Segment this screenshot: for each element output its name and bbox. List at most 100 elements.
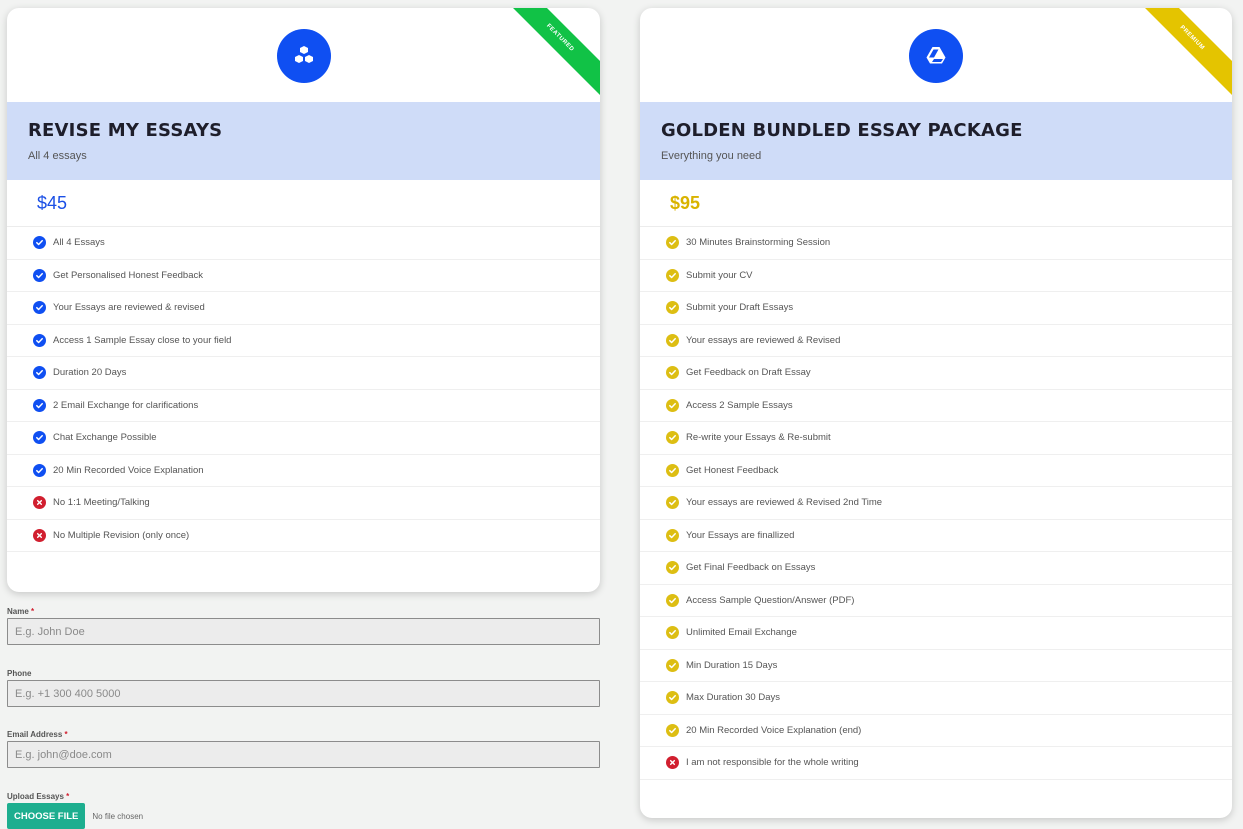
featured-ribbon: FEATURED (494, 8, 600, 104)
name-label: Name * (7, 607, 600, 616)
email-input[interactable]: E.g. john@doe.com (7, 741, 600, 768)
feature-text: Get Final Feedback on Essays (686, 562, 816, 574)
check-circle-icon (33, 431, 46, 445)
feature-text: Your Essays are reviewed & revised (53, 302, 205, 314)
required-marker: * (31, 607, 35, 616)
pricing-card-revise: FEATURED REVISE MY ESSAYS All 4 essays $… (7, 8, 600, 592)
pricing-card-golden: PREMIUM GOLDEN BUNDLED ESSAY PACKAGE Eve… (640, 8, 1232, 818)
email-label-text: Email Address (7, 730, 63, 739)
card-header: GOLDEN BUNDLED ESSAY PACKAGE Everything … (640, 102, 1232, 180)
plan-title: REVISE MY ESSAYS (28, 120, 223, 141)
cubes-icon (276, 29, 331, 83)
feature-text: I am not responsible for the whole writi… (686, 757, 859, 769)
feature-item: 30 Minutes Brainstorming Session (640, 227, 1232, 260)
check-circle-icon (666, 301, 679, 315)
x-circle-icon (666, 756, 679, 770)
check-circle-icon (666, 398, 679, 412)
check-circle-icon (33, 366, 46, 380)
x-circle-icon (33, 496, 46, 510)
upload-label: Upload Essays * (7, 792, 600, 801)
feature-text: Re-write your Essays & Re-submit (686, 432, 831, 444)
feature-item: Re-write your Essays & Re-submit (640, 422, 1232, 455)
plan-subtitle: Everything you need (661, 150, 762, 162)
feature-item: Get Honest Feedback (640, 455, 1232, 487)
check-circle-icon (666, 593, 679, 607)
check-circle-icon (666, 723, 679, 737)
feature-text: Access 1 Sample Essay close to your fiel… (53, 334, 232, 346)
feature-text: No 1:1 Meeting/Talking (53, 497, 150, 509)
feature-item: Submit your CV (640, 260, 1232, 292)
feature-text: Access 2 Sample Essays (686, 399, 793, 411)
premium-ribbon: PREMIUM (1126, 8, 1232, 104)
plan-price: $95 (640, 180, 1232, 227)
required-marker: * (64, 730, 68, 739)
feature-item: Duration 20 Days (7, 357, 600, 390)
feature-text: No Multiple Revision (only once) (53, 529, 190, 541)
check-circle-icon (33, 398, 46, 412)
check-circle-icon (666, 333, 679, 347)
file-upload: CHOOSE FILE No file chosen (7, 803, 600, 829)
plan-title: GOLDEN BUNDLED ESSAY PACKAGE (661, 120, 1023, 141)
feature-text: Access Sample Question/Answer (PDF) (686, 594, 855, 606)
check-circle-icon (666, 691, 679, 705)
name-label-text: Name (7, 607, 29, 616)
check-circle-icon (33, 333, 46, 347)
plan-price: $45 (7, 180, 600, 227)
feature-text: Duration 20 Days (53, 367, 127, 379)
feature-text: 20 Min Recorded Voice Explanation (end) (686, 724, 862, 736)
feature-item: Submit your Draft Essays (640, 292, 1232, 325)
phone-label-text: Phone (7, 669, 32, 678)
feature-text: Submit your Draft Essays (686, 302, 794, 314)
check-circle-icon (33, 268, 46, 282)
check-circle-icon (666, 268, 679, 282)
card-top: FEATURED (7, 8, 600, 104)
required-marker: * (66, 792, 70, 801)
choose-file-button[interactable]: CHOOSE FILE (7, 803, 86, 829)
check-circle-icon (666, 496, 679, 510)
feature-item: Unlimited Email Exchange (640, 617, 1232, 650)
feature-item: No 1:1 Meeting/Talking (7, 487, 600, 520)
x-circle-icon (33, 528, 46, 542)
feature-text: 2 Email Exchange for clarifications (53, 399, 199, 411)
feature-text: Get Honest Feedback (686, 464, 779, 476)
phone-input[interactable]: E.g. +1 300 400 5000 (7, 680, 600, 707)
plan-subtitle: All 4 essays (28, 150, 87, 162)
google-drive-icon (909, 29, 963, 83)
check-circle-icon (666, 236, 679, 250)
email-label: Email Address * (7, 730, 600, 739)
feature-text: Min Duration 15 Days (686, 659, 778, 671)
feature-item: 20 Min Recorded Voice Explanation (7, 455, 600, 487)
name-field-group: Name * E.g. John Doe (7, 607, 600, 645)
feature-text: Chat Exchange Possible (53, 432, 157, 444)
feature-text: Your essays are reviewed & Revised 2nd T… (686, 497, 883, 509)
name-input[interactable]: E.g. John Doe (7, 618, 600, 645)
name-placeholder: E.g. John Doe (15, 625, 85, 638)
feature-item: Your essays are reviewed & Revised 2nd T… (640, 487, 1232, 520)
email-field-group: Email Address * E.g. john@doe.com (7, 730, 600, 768)
check-circle-icon (666, 561, 679, 575)
feature-list: 30 Minutes Brainstorming Session Submit y… (640, 227, 1232, 780)
check-circle-icon (666, 463, 679, 477)
check-circle-icon (666, 366, 679, 380)
feature-item: I am not responsible for the whole writi… (640, 747, 1232, 780)
email-placeholder: E.g. john@doe.com (15, 748, 112, 761)
check-circle-icon (33, 301, 46, 315)
feature-text: 30 Minutes Brainstorming Session (686, 237, 831, 249)
file-status: No file chosen (92, 811, 144, 821)
feature-item: All 4 Essays (7, 227, 600, 260)
feature-item: No Multiple Revision (only once) (7, 520, 600, 552)
check-circle-icon (33, 463, 46, 477)
phone-placeholder: E.g. +1 300 400 5000 (15, 687, 121, 700)
check-circle-icon (666, 658, 679, 672)
feature-item: Your Essays are reviewed & revised (7, 292, 600, 325)
feature-text: Get Personalised Honest Feedback (53, 269, 203, 281)
feature-item: Access 2 Sample Essays (640, 390, 1232, 422)
feature-text: Get Feedback on Draft Essay (686, 367, 811, 379)
feature-item: Access 1 Sample Essay close to your fiel… (7, 325, 600, 357)
feature-text: Unlimited Email Exchange (686, 627, 797, 639)
feature-text: Submit your CV (686, 269, 753, 281)
upload-label-text: Upload Essays (7, 792, 64, 801)
card-header: REVISE MY ESSAYS All 4 essays (7, 102, 600, 180)
card-top: PREMIUM (640, 8, 1232, 104)
feature-item: Get Personalised Honest Feedback (7, 260, 600, 292)
